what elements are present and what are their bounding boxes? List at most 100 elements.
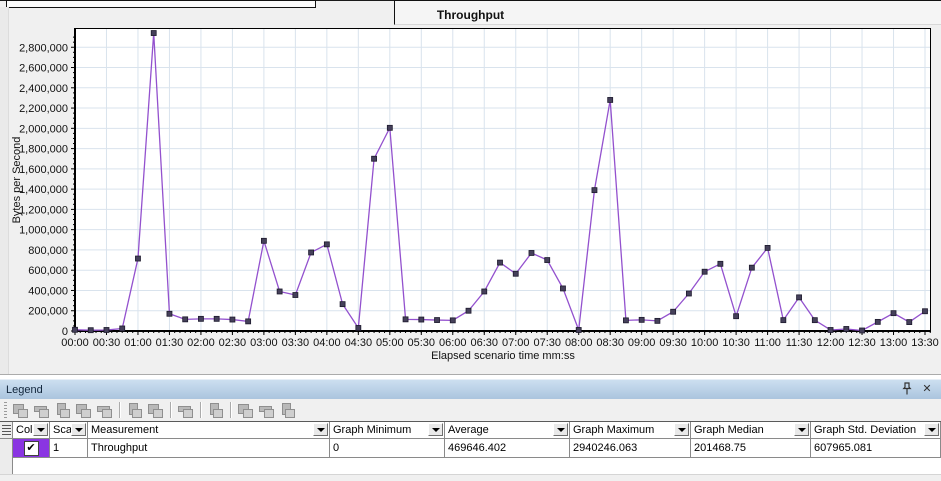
column-header-graph_median: Graph Median (691, 422, 811, 439)
column-filter-dropdown[interactable] (33, 423, 48, 436)
x-tick-label: 11:00 (754, 337, 781, 349)
x-tick-label: 04:00 (313, 337, 341, 349)
column-header-label: Graph Median (694, 424, 764, 436)
sort-measurements-icon[interactable] (126, 403, 143, 418)
column-filter-dropdown[interactable] (674, 423, 689, 436)
cell-scale: 1 (50, 439, 88, 458)
data-point-marker (293, 293, 298, 298)
column-filter-dropdown[interactable] (794, 423, 809, 436)
y-tick-label: 2,000,000 (19, 123, 68, 135)
y-tick-label: 1,400,000 (19, 184, 68, 196)
data-point-marker (828, 327, 833, 332)
y-tick-label: 400,000 (28, 285, 68, 297)
legend-toolbar (0, 399, 941, 421)
x-tick-label: 11:30 (786, 337, 813, 349)
row-selector-cell[interactable] (0, 439, 13, 458)
data-point-marker (749, 265, 754, 270)
copy-to-clipboard-icon[interactable] (258, 403, 275, 418)
column-header-row_selector[interactable] (0, 422, 13, 439)
pin-icon[interactable] (899, 382, 915, 398)
data-point-marker (135, 256, 140, 261)
data-point-marker (545, 258, 550, 263)
data-point-marker (183, 317, 188, 322)
legend-titlebar: Legend ✕ (0, 379, 941, 401)
y-tick-label: 2,400,000 (19, 83, 68, 95)
data-point-marker (671, 309, 676, 314)
data-point-marker (198, 316, 203, 321)
hide-color-icon[interactable] (33, 403, 50, 418)
data-point-marker (860, 328, 865, 333)
left-panel-edge (0, 7, 9, 374)
y-tick-label: 800,000 (28, 245, 68, 257)
column-filter-dropdown[interactable] (924, 423, 939, 436)
save-template-icon[interactable] (237, 403, 254, 418)
data-point-marker (246, 319, 251, 324)
panel-bottom-edge (0, 474, 941, 481)
x-tick-label: 07:00 (502, 337, 530, 349)
data-point-marker (686, 291, 691, 296)
data-point-marker (403, 317, 408, 322)
column-header-color: Col (13, 422, 50, 439)
column-header-label: Graph Minimum (333, 424, 411, 436)
data-point-marker (797, 295, 802, 300)
view-measurement-description-icon[interactable] (75, 403, 92, 418)
set-filter-icon[interactable] (96, 403, 113, 418)
x-tick-label: 02:00 (187, 337, 215, 349)
export-legend-icon[interactable] (279, 403, 296, 418)
x-tick-label: 03:30 (282, 337, 310, 349)
column-header-label: Graph Maximum (573, 424, 654, 436)
toolbar-separator (170, 402, 171, 418)
data-point-marker (891, 311, 896, 316)
data-point-marker (340, 302, 345, 307)
x-tick-label: 04:30 (345, 337, 373, 349)
legend-table-header: ColScaMeasurementGraph Minimum Average Gra… (0, 421, 941, 439)
column-header-graph_minimum: Graph Minimum (330, 422, 445, 439)
data-point-marker (655, 318, 660, 323)
duplicate-measurement-icon[interactable] (147, 403, 164, 418)
data-point-marker (104, 327, 109, 332)
data-point-marker (560, 286, 565, 291)
select-columns-icon[interactable] (207, 403, 224, 418)
throughput-line-chart: 0200,000400,000600,000800,0001,000,0001,… (0, 0, 941, 374)
data-point-marker (151, 31, 156, 36)
data-point-marker (482, 289, 487, 294)
data-point-marker (907, 320, 912, 325)
y-tick-label: 200,000 (28, 306, 68, 318)
data-point-marker (261, 238, 266, 243)
x-tick-label: 06:30 (470, 337, 498, 349)
auto-correlate-icon[interactable] (177, 403, 194, 418)
column-filter-dropdown[interactable] (71, 423, 86, 436)
column-header-scale: Sca (50, 422, 88, 439)
empty-row-selector-cell (0, 457, 13, 475)
close-icon[interactable]: ✕ (919, 382, 935, 398)
x-tick-label: 13:30 (911, 337, 939, 349)
legend-table: ColScaMeasurementGraph Minimum Average Gra… (0, 421, 941, 458)
data-point-marker (120, 326, 125, 331)
x-tick-label: 10:30 (722, 337, 750, 349)
row-selector-icon (2, 425, 11, 436)
toolbar-grip[interactable] (4, 402, 7, 418)
measurement-color-cell: ✔ (13, 439, 50, 458)
column-filter-dropdown[interactable] (428, 423, 443, 436)
column-filter-dropdown[interactable] (313, 423, 328, 436)
x-tick-label: 02:30 (219, 337, 247, 349)
data-point-marker (277, 289, 282, 294)
show-measurement-checkbox[interactable]: ✔ (24, 441, 39, 456)
y-tick-label: 600,000 (28, 265, 68, 277)
y-axis-title: Bytes per Second (11, 137, 23, 224)
data-point-marker (781, 318, 786, 323)
show-only-selected-icon[interactable] (54, 403, 71, 418)
column-header-graph_std_deviation: Graph Std. Deviation (811, 422, 941, 439)
column-filter-dropdown[interactable] (553, 423, 568, 436)
data-point-marker (765, 245, 770, 250)
column-header-label: Average (448, 424, 489, 436)
x-tick-label: 10:00 (691, 337, 719, 349)
data-point-marker (702, 269, 707, 274)
legend-table-row: ✔1Throughput0469646.4022940246.063201468… (0, 439, 941, 458)
data-point-marker (623, 318, 628, 323)
data-point-marker (734, 314, 739, 319)
show-color-icon[interactable] (12, 403, 29, 418)
column-header-measurement: Measurement (88, 422, 330, 439)
data-point-marker (419, 317, 424, 322)
y-tick-label: 2,600,000 (19, 63, 68, 75)
